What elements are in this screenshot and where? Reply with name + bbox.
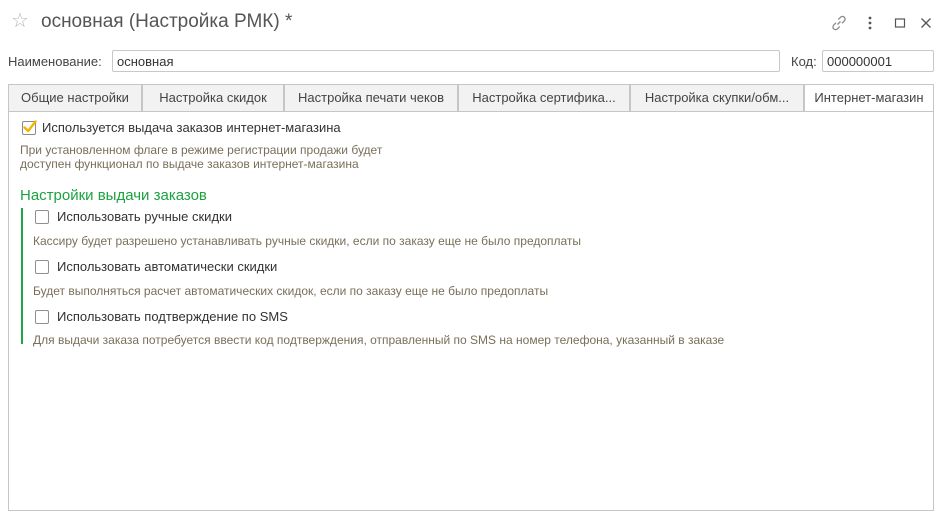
use-online-orders-label[interactable]: Используется выдача заказов интернет-маг… xyxy=(42,120,341,135)
code-label: Код: xyxy=(791,54,817,69)
use-online-orders-checkbox[interactable] xyxy=(22,120,37,135)
favorite-star-icon[interactable]: ☆ xyxy=(11,9,29,33)
sms-confirmation-label[interactable]: Использовать подтверждение по SMS xyxy=(57,309,288,324)
tab-discounts[interactable]: Настройка скидок xyxy=(142,84,284,112)
maximize-graphic xyxy=(894,18,906,28)
section-accent-bar xyxy=(21,208,23,344)
use-online-orders-hint-line2: доступен функционал по выдаче заказов ин… xyxy=(20,157,359,171)
auto-discounts-label[interactable]: Использовать автоматически скидки xyxy=(57,259,277,274)
section-title-order-settings: Настройки выдачи заказов xyxy=(20,187,207,204)
close-graphic xyxy=(921,18,931,28)
name-input[interactable] xyxy=(112,50,780,72)
tab-bar: Общие настройки Настройка скидок Настрой… xyxy=(8,84,934,113)
close-icon[interactable] xyxy=(915,12,937,34)
sms-confirmation-hint: Для выдачи заказа потребуется ввести код… xyxy=(33,333,725,347)
window-title: основная (Настройка РМК) * xyxy=(41,11,293,32)
more-menu-icon[interactable] xyxy=(859,12,881,34)
manual-discounts-checkbox[interactable] xyxy=(35,210,49,224)
tab-online-store[interactable]: Интернет-магазин xyxy=(804,84,934,113)
manual-discounts-label[interactable]: Использовать ручные скидки xyxy=(57,209,232,224)
tab-buyback-exchange[interactable]: Настройка скупки/обм... xyxy=(630,84,804,112)
sms-confirmation-checkbox[interactable] xyxy=(35,310,49,324)
use-online-orders-hint-line1: При установленном флаге в режиме регистр… xyxy=(20,143,383,157)
vertical-dots-graphic xyxy=(868,16,872,30)
window-title-bar: ☆ основная (Настройка РМК) * xyxy=(0,0,942,44)
code-input[interactable] xyxy=(822,50,934,72)
tab-general[interactable]: Общие настройки xyxy=(8,84,142,112)
manual-discounts-hint: Кассиру будет разрешено устанавливать ру… xyxy=(33,234,582,248)
link-icon[interactable] xyxy=(828,12,850,34)
name-label: Наименование: xyxy=(8,54,102,69)
maximize-icon[interactable] xyxy=(889,12,911,34)
name-code-row: Наименование: Код: xyxy=(0,49,942,75)
link-icon-graphic xyxy=(832,15,846,31)
auto-discounts-hint: Будет выполняться расчет автоматических … xyxy=(33,284,549,298)
auto-discounts-checkbox[interactable] xyxy=(35,260,49,274)
tab-receipt-printing[interactable]: Настройка печати чеков xyxy=(284,84,458,112)
checkmark-icon xyxy=(23,120,37,133)
tab-certificates[interactable]: Настройка сертифика... xyxy=(458,84,630,112)
